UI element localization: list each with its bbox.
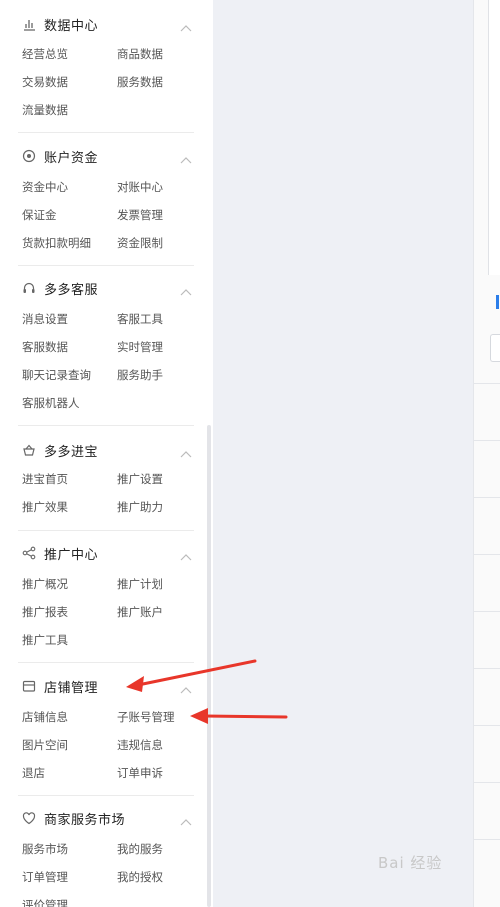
chevron-up-icon[interactable] xyxy=(180,149,192,164)
menu-item-image-space[interactable]: 图片空间 xyxy=(22,738,68,752)
menu-item-chat-history[interactable]: 聊天记录查询 xyxy=(22,368,91,382)
menu-item-review-manage[interactable]: 评价管理 xyxy=(22,898,68,907)
section-title: 商家服务市场 xyxy=(44,812,126,828)
menu-item-my-auth[interactable]: 我的授权 xyxy=(117,870,163,884)
menu-item-promo-report[interactable]: 推广报表 xyxy=(22,605,68,619)
divider xyxy=(18,530,194,531)
divider xyxy=(18,265,194,266)
menu-item-promo-overview[interactable]: 推广概况 xyxy=(22,577,68,591)
table-row-divider xyxy=(474,440,500,441)
menu-item-service-bot[interactable]: 客服机器人 xyxy=(22,396,80,410)
divider xyxy=(18,425,194,426)
menu-item-trade-data[interactable]: 交易数据 xyxy=(22,75,68,89)
menu-item-service-tools[interactable]: 客服工具 xyxy=(117,312,163,326)
chevron-up-icon[interactable] xyxy=(180,546,192,561)
menu-item-service-data[interactable]: 客服数据 xyxy=(22,340,68,354)
menu-item-payment-detail[interactable]: 货款扣款明细 xyxy=(22,236,91,250)
table-row-divider xyxy=(474,554,500,555)
menu-item-sub-account[interactable]: 子账号管理 xyxy=(117,710,175,724)
menu-item-violation-info[interactable]: 违规信息 xyxy=(117,738,163,752)
watermark: Bai 经验 xyxy=(378,854,443,872)
table-row-divider xyxy=(474,668,500,669)
menu-item-promo-settings[interactable]: 推广设置 xyxy=(117,472,163,486)
divider xyxy=(18,795,194,796)
menu-item-invoice[interactable]: 发票管理 xyxy=(117,208,163,222)
menu-item-my-services[interactable]: 我的服务 xyxy=(117,842,163,856)
table-row-divider xyxy=(474,725,500,726)
coin-icon xyxy=(22,149,36,163)
section-title: 推广中心 xyxy=(44,547,99,563)
main-content-area xyxy=(213,0,473,907)
headset-icon xyxy=(22,281,36,295)
menu-item-order-manage[interactable]: 订单管理 xyxy=(22,870,68,884)
right-content-edge xyxy=(473,0,500,907)
section-header-promo[interactable]: 推广中心 xyxy=(22,543,98,563)
menu-item-service-market[interactable]: 服务市场 xyxy=(22,842,68,856)
sidebar-nav: 数据中心 经营总览 商品数据 交易数据 服务数据 流量数据 账户资金 资金中心 … xyxy=(0,0,213,907)
section-header-data[interactable]: 数据中心 xyxy=(22,14,98,34)
menu-item-fund-limit[interactable]: 资金限制 xyxy=(117,236,163,250)
annotation-arrow-icon xyxy=(190,708,288,724)
search-input[interactable] xyxy=(490,334,500,362)
store-icon xyxy=(22,679,36,693)
section-title: 多多进宝 xyxy=(44,444,99,460)
bar-chart-icon xyxy=(22,17,36,31)
menu-item-store-info[interactable]: 店铺信息 xyxy=(22,710,68,724)
menu-item-goods-data[interactable]: 商品数据 xyxy=(117,47,163,61)
section-header-service[interactable]: 多多客服 xyxy=(22,278,98,298)
menu-item-promo-effect[interactable]: 推广效果 xyxy=(22,500,68,514)
menu-item-promo-account[interactable]: 推广账户 xyxy=(117,605,163,619)
share-icon xyxy=(22,546,36,560)
menu-item-close-store[interactable]: 退店 xyxy=(22,766,45,780)
menu-item-realtime-manage[interactable]: 实时管理 xyxy=(117,340,163,354)
table-row-divider xyxy=(474,383,500,384)
menu-item-message-settings[interactable]: 消息设置 xyxy=(22,312,68,326)
section-title: 数据中心 xyxy=(44,18,99,34)
section-title: 多多客服 xyxy=(44,282,99,298)
menu-item-service-data[interactable]: 服务数据 xyxy=(117,75,163,89)
section-marker xyxy=(496,295,499,309)
section-header-jinbao[interactable]: 多多进宝 xyxy=(22,440,98,460)
annotation-arrow-icon xyxy=(126,659,257,692)
chevron-up-icon[interactable] xyxy=(180,811,192,826)
section-header-funds[interactable]: 账户资金 xyxy=(22,146,98,166)
table-row-divider xyxy=(474,782,500,783)
menu-item-service-assistant[interactable]: 服务助手 xyxy=(117,368,163,382)
menu-item-reconcile-center[interactable]: 对账中心 xyxy=(117,180,163,194)
menu-item-promo-boost[interactable]: 推广助力 xyxy=(117,500,163,514)
treasure-icon xyxy=(22,443,36,457)
heart-icon xyxy=(22,811,36,825)
section-header-store[interactable]: 店铺管理 xyxy=(22,676,98,696)
menu-item-overview[interactable]: 经营总览 xyxy=(22,47,68,61)
menu-item-order-appeal[interactable]: 订单申诉 xyxy=(117,766,163,780)
menu-item-fund-center[interactable]: 资金中心 xyxy=(22,180,68,194)
section-title: 账户资金 xyxy=(44,150,99,166)
chevron-up-icon[interactable] xyxy=(180,17,192,32)
menu-item-deposit[interactable]: 保证金 xyxy=(22,208,57,222)
menu-item-promo-plan[interactable]: 推广计划 xyxy=(117,577,163,591)
section-header-market[interactable]: 商家服务市场 xyxy=(22,808,125,828)
chevron-up-icon[interactable] xyxy=(180,443,192,458)
chevron-up-icon[interactable] xyxy=(180,281,192,296)
table-row-divider xyxy=(474,839,500,840)
table-row-divider xyxy=(474,611,500,612)
content-card xyxy=(488,0,500,275)
menu-item-traffic-data[interactable]: 流量数据 xyxy=(22,103,68,117)
divider xyxy=(18,132,194,133)
table-row-divider xyxy=(474,497,500,498)
menu-item-jinbao-home[interactable]: 进宝首页 xyxy=(22,472,68,486)
menu-item-promo-tools[interactable]: 推广工具 xyxy=(22,633,68,647)
section-title: 店铺管理 xyxy=(44,680,99,696)
